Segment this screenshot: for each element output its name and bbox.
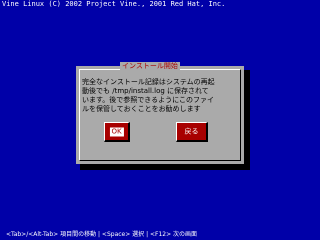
installer-banner: Vine Linux (C) 2002 Project Vine., 2001 …	[2, 0, 226, 8]
message-line-1: 完全なインストール記録はシステムの再起	[82, 78, 215, 86]
message-line-2: 動後でも /tmp/install.log に保存されて	[82, 87, 209, 95]
dialog-title: インストール開始	[120, 62, 180, 71]
ok-button-label: OK	[109, 127, 124, 136]
message-line-4: ルを保管しておくことをお勧めします	[82, 105, 201, 113]
back-button[interactable]: 戻る	[176, 122, 208, 142]
keyboard-help-bar: <Tab>/<Alt-Tab> 項目間の移動 | <Space> 選択 | <F…	[6, 231, 198, 238]
message-line-3: います。後で参照できるようにこのファイ	[82, 96, 215, 104]
install-start-dialog: インストール開始 完全なインストール記録はシステムの再起 動後でも /tmp/i…	[76, 62, 244, 164]
back-button-label: 戻る	[184, 127, 199, 135]
ok-button[interactable]: OK	[104, 122, 130, 142]
dialog-message: 完全なインストール記録はシステムの再起 動後でも /tmp/install.lo…	[82, 78, 238, 114]
